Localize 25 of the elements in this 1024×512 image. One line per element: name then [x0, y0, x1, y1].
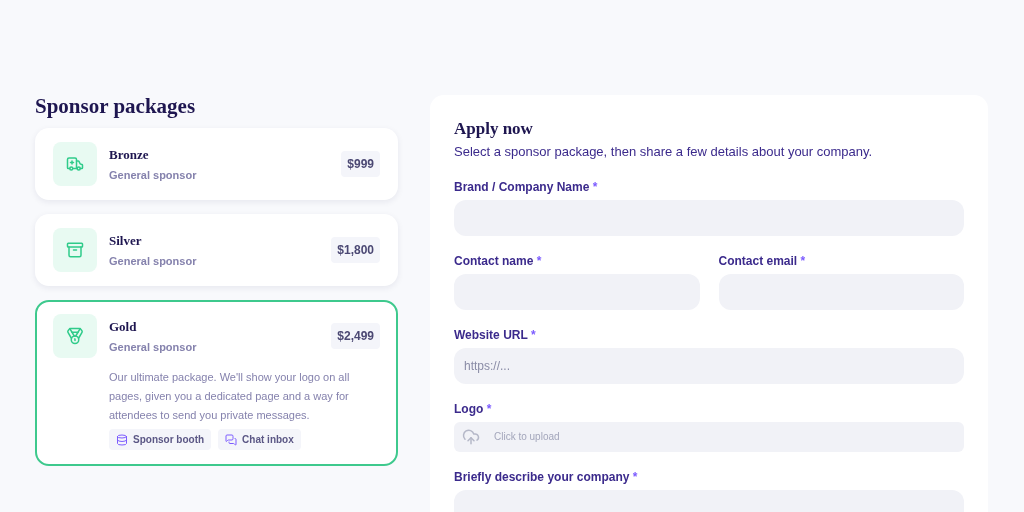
package-description: Our ultimate package. We'll show your logo on all pages, given you a dedicated page and a way for attendees to send you private messages.: [109, 370, 351, 423]
field-label: Brand / Company Name *: [454, 178, 599, 196]
input-field[interactable]: https://...: [454, 347, 964, 384]
package-name: Bronze: [109, 146, 150, 164]
field-label: Contact name *: [454, 252, 543, 270]
package-subtitle: General sponsor: [109, 167, 198, 183]
package-name: Gold: [109, 318, 138, 336]
field-label: Contact email *: [718, 252, 807, 270]
package-subtitle: General sponsor: [109, 253, 198, 269]
price-tag: $2,499: [331, 323, 380, 349]
field-label: Website URL *: [454, 326, 537, 344]
package-card[interactable]: Silver General sponsor $1,800: [35, 214, 398, 286]
field-label: Logo *: [454, 400, 493, 418]
price-tag: $999: [341, 151, 380, 177]
package-card[interactable]: Gold General sponsor $2,499 Our ultimate package. We'll show your logo on all pages, given you a dedicated page and a way for attendees to send you private messages. Sponsor booth Chat inbox: [35, 300, 398, 466]
form-subtitle: Select a sponsor package, then share a few details about your company.: [454, 143, 874, 161]
feature-tag: Sponsor booth: [109, 429, 212, 450]
section-title: Sponsor packages: [35, 95, 197, 117]
package-card[interactable]: Bronze General sponsor $999: [35, 128, 398, 200]
feature-tag: Chat inbox: [218, 429, 301, 450]
form-title: Apply now: [454, 119, 534, 139]
field-label: Briefly describe your company *: [454, 468, 639, 486]
price-tag: $1,800: [331, 237, 380, 263]
package-subtitle: General sponsor: [109, 339, 198, 355]
package-name: Silver: [109, 232, 143, 250]
